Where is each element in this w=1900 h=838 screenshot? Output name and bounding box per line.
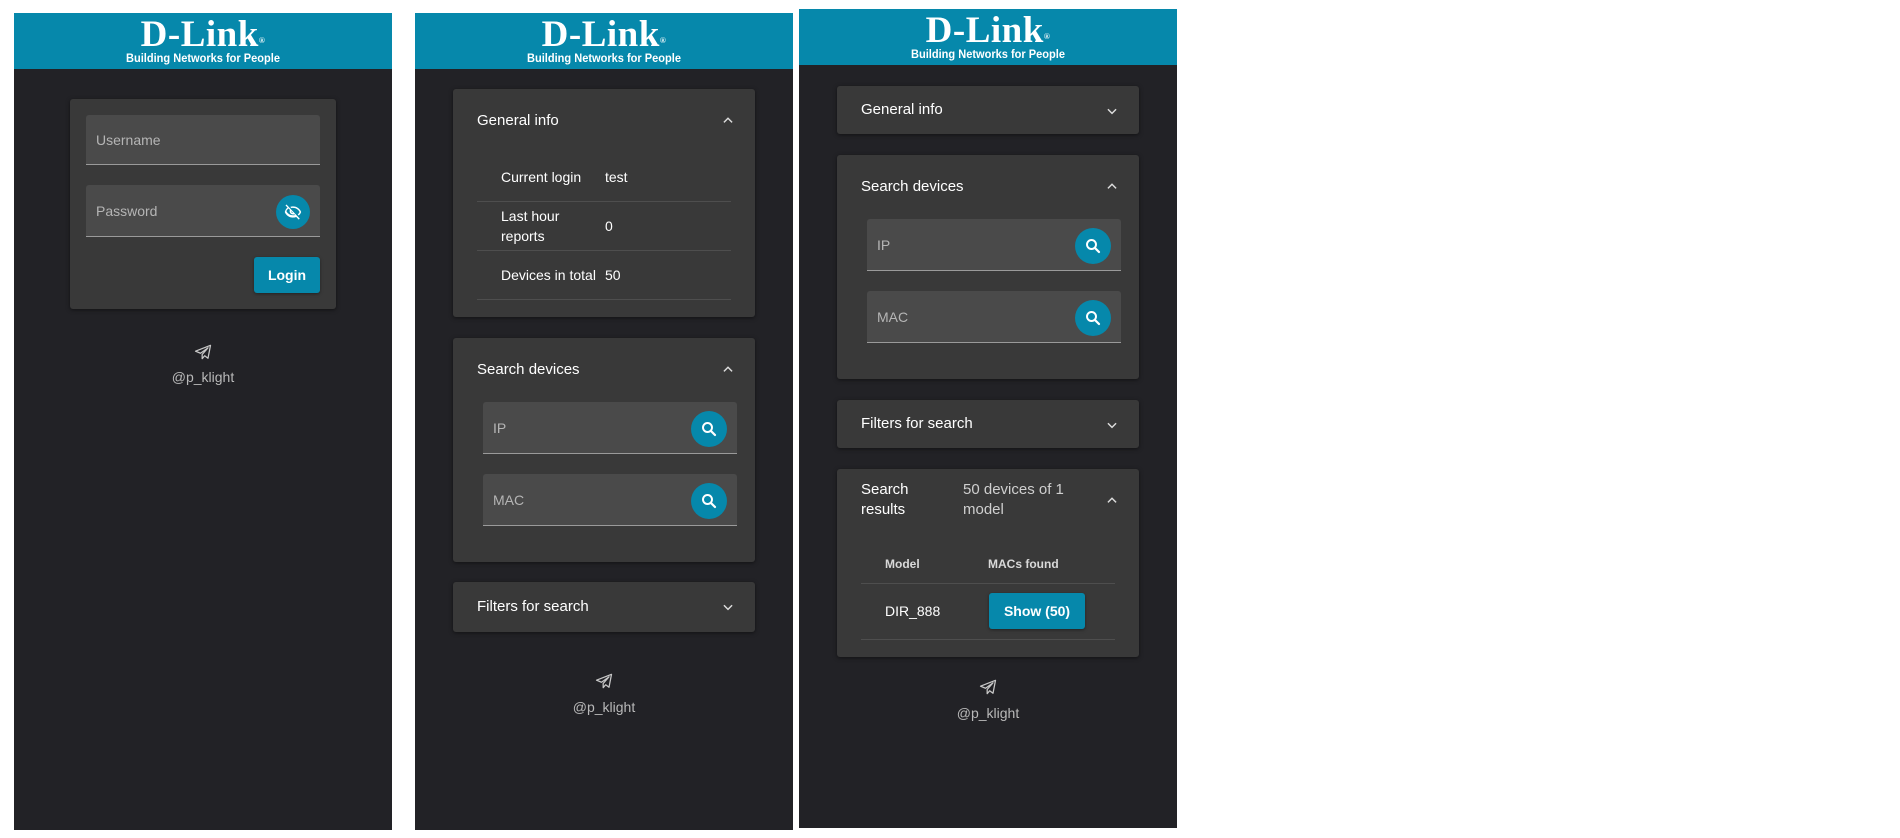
search-results-screen: D-Link® Building Networks for People Gen… bbox=[799, 9, 1177, 828]
brand-tagline: Building Networks for People bbox=[911, 47, 1065, 61]
dlink-logo: D-Link® bbox=[140, 14, 266, 55]
ip-search-field[interactable] bbox=[483, 402, 737, 454]
dlink-logo: D-Link® bbox=[541, 14, 667, 55]
brand-header: D-Link® Building Networks for People bbox=[799, 9, 1177, 65]
footer-handle[interactable]: @p_klight bbox=[524, 699, 684, 715]
chevron-up-icon[interactable] bbox=[1105, 493, 1119, 507]
mac-search-field[interactable] bbox=[867, 291, 1121, 343]
info-row-devices-in-total: Devices in total 50 bbox=[477, 251, 731, 300]
filters-title[interactable]: Filters for search bbox=[861, 414, 973, 434]
chevron-up-icon[interactable] bbox=[1105, 179, 1119, 193]
search-results-title[interactable]: Search results bbox=[861, 480, 921, 520]
filters-panel[interactable]: Filters for search bbox=[837, 400, 1139, 448]
toggle-password-visibility-button[interactable] bbox=[276, 195, 310, 229]
column-header-macs-found: MACs found bbox=[988, 557, 1059, 571]
info-key: Current login bbox=[501, 169, 582, 185]
info-value: 50 bbox=[605, 267, 621, 283]
mac-search-button[interactable] bbox=[691, 483, 727, 519]
footer-handle[interactable]: @p_klight bbox=[123, 369, 283, 385]
search-devices-title[interactable]: Search devices bbox=[861, 177, 964, 197]
chevron-up-icon[interactable] bbox=[721, 113, 735, 127]
show-macs-button[interactable]: Show (50) bbox=[989, 593, 1085, 629]
search-icon bbox=[702, 422, 717, 437]
login-screen: D-Link® Building Networks for People Log… bbox=[14, 13, 392, 830]
username-field[interactable] bbox=[86, 115, 320, 165]
filters-panel[interactable]: Filters for search bbox=[453, 582, 755, 632]
search-icon bbox=[1086, 239, 1101, 254]
ip-search-button[interactable] bbox=[691, 411, 727, 447]
brand-tagline: Building Networks for People bbox=[527, 51, 681, 65]
table-row: DIR_888 Show (50) bbox=[861, 584, 1115, 640]
dlink-logo: D-Link® bbox=[925, 10, 1051, 51]
chevron-up-icon[interactable] bbox=[721, 362, 735, 376]
password-field[interactable] bbox=[86, 185, 320, 237]
info-row-last-hour-reports: Last hour reports 0 bbox=[477, 202, 731, 251]
ip-search-field[interactable] bbox=[867, 219, 1121, 271]
chevron-down-icon[interactable] bbox=[721, 600, 735, 614]
dashboard-screen: D-Link® Building Networks for People Gen… bbox=[415, 13, 793, 830]
info-key: Devices in total bbox=[501, 267, 596, 283]
search-results-panel: Search results 50 devices of 1 model Mod… bbox=[837, 469, 1139, 657]
telegram-send-icon[interactable] bbox=[594, 671, 614, 691]
brand-tagline: Building Networks for People bbox=[126, 51, 280, 65]
username-input[interactable] bbox=[86, 115, 320, 164]
mac-search-button[interactable] bbox=[1075, 300, 1111, 336]
results-header-row: Model MACs found bbox=[861, 543, 1115, 584]
login-button[interactable]: Login bbox=[254, 257, 320, 293]
filters-title[interactable]: Filters for search bbox=[477, 597, 589, 617]
search-devices-panel: Search devices bbox=[837, 155, 1139, 379]
general-info-panel: General info Current login test Last hou… bbox=[453, 89, 755, 317]
chevron-down-icon[interactable] bbox=[1105, 104, 1119, 118]
brand-header: D-Link® Building Networks for People bbox=[415, 13, 793, 69]
general-info-title[interactable]: General info bbox=[861, 100, 943, 120]
eye-off-icon bbox=[284, 204, 302, 220]
search-devices-title[interactable]: Search devices bbox=[477, 360, 580, 380]
search-results-summary: 50 devices of 1 model bbox=[963, 481, 1064, 518]
info-row-current-login: Current login test bbox=[477, 153, 731, 202]
model-cell: DIR_888 bbox=[885, 603, 941, 619]
info-value: 0 bbox=[605, 218, 613, 234]
search-devices-panel: Search devices bbox=[453, 338, 755, 562]
mac-search-field[interactable] bbox=[483, 474, 737, 526]
brand-header: D-Link® Building Networks for People bbox=[14, 13, 392, 69]
search-icon bbox=[1086, 311, 1101, 326]
footer-handle[interactable]: @p_klight bbox=[908, 705, 1068, 721]
telegram-send-icon[interactable] bbox=[978, 677, 998, 697]
login-card: Login bbox=[70, 99, 336, 309]
search-icon bbox=[702, 494, 717, 509]
info-key: Last hour reports bbox=[501, 208, 560, 244]
telegram-send-icon[interactable] bbox=[193, 342, 213, 362]
ip-search-button[interactable] bbox=[1075, 228, 1111, 264]
general-info-panel[interactable]: General info bbox=[837, 86, 1139, 134]
info-value: test bbox=[605, 169, 628, 185]
chevron-down-icon[interactable] bbox=[1105, 418, 1119, 432]
column-header-model: Model bbox=[885, 557, 920, 571]
general-info-title[interactable]: General info bbox=[477, 111, 559, 131]
